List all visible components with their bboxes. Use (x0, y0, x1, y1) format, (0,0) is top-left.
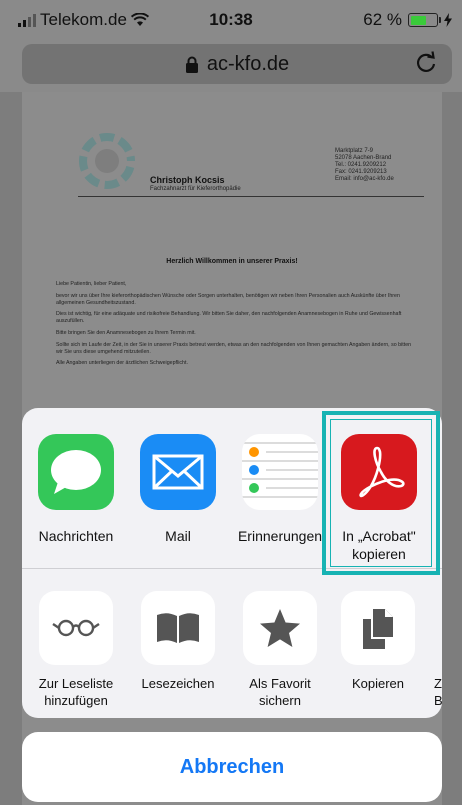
paragraph: Dies ist wichtig, für eine adäquate und … (56, 311, 402, 325)
action-bookmark[interactable]: Lesezeichen (128, 591, 228, 692)
address-line: Fax: 0241.9209213 (335, 169, 387, 175)
document-body: Liebe Patientin, lieber Patient, bevor w… (56, 281, 416, 372)
practice-logo (78, 132, 136, 190)
action-label: Z B (434, 676, 442, 708)
doctor-name: Christoph Kocsis (150, 175, 225, 185)
battery-percent: 62 % (363, 10, 402, 29)
paragraph: Alle Angaben unterliegen der ärztlichen … (56, 360, 188, 367)
action-label: Zur Leseliste hinzufügen (38, 676, 114, 708)
paragraph: bevor wir uns über Ihre kieferorthopädis… (56, 292, 400, 306)
star-icon (243, 591, 317, 665)
lock-icon (185, 56, 198, 73)
document-heading: Herzlich Willkommen in unserer Praxis! (166, 258, 298, 265)
share-app-label: Mail (165, 528, 191, 544)
paragraph: Bitte bringen Sie den Anamnesebogen zu I… (56, 329, 196, 336)
book-icon (141, 591, 215, 665)
address-line: Tel.: 0241.9209212 (335, 162, 387, 168)
share-app-label: Nachrichten (38, 528, 114, 544)
share-app-mail[interactable]: Mail (128, 434, 228, 545)
action-copy[interactable]: Kopieren (328, 591, 428, 692)
action-label: Lesezeichen (141, 676, 215, 691)
action-label: Als Favorit sichern (249, 676, 311, 708)
status-bar: Telekom.de 10:38 62 % (0, 0, 462, 40)
battery-icon (408, 13, 441, 27)
messages-icon (38, 434, 114, 510)
address-line: 52078 Aachen-Brand (335, 155, 392, 161)
mail-icon (140, 434, 216, 510)
reminders-icon (242, 434, 318, 510)
action-save-favorite[interactable]: Als Favorit sichern (230, 591, 330, 709)
browser-toolbar: ac-kfo.de (0, 40, 462, 92)
address-bar[interactable]: ac-kfo.de (22, 44, 452, 84)
action-label: Kopieren (351, 676, 405, 691)
charging-icon (444, 13, 452, 27)
share-actions-row[interactable]: Zur Leseliste hinzufügen Lesezeichen Als… (22, 569, 442, 718)
paragraph: Liebe Patientin, lieber Patient, (56, 281, 127, 287)
share-app-messages[interactable]: Nachrichten (26, 434, 126, 545)
action-add-reading-list[interactable]: Zur Leseliste hinzufügen (26, 591, 126, 709)
address-line: Email: info@ac-kfo.de (335, 176, 394, 182)
url-text: ac-kfo.de (206, 53, 290, 75)
header-rule (78, 196, 424, 197)
paragraph: Sollte sich im Laufe der Zeit, in der Si… (56, 341, 412, 355)
action-partial[interactable]: Z B (422, 591, 442, 709)
cancel-button[interactable]: Abbrechen (22, 732, 442, 802)
glasses-icon (39, 591, 113, 665)
share-app-label: Erinnerungen (237, 528, 323, 544)
address-line: Marktplatz 7-9 (335, 148, 374, 154)
share-app-reminders[interactable]: Erinnerungen (230, 434, 330, 545)
reload-icon[interactable] (414, 51, 438, 75)
practice-address: Marktplatz 7-9 52078 Aachen-Brand Tel.: … (335, 148, 394, 183)
selection-highlight (322, 411, 440, 575)
doctor-title: Fachzahnarzt für Kieferorthopädie (150, 186, 241, 192)
copy-icon (341, 591, 415, 665)
